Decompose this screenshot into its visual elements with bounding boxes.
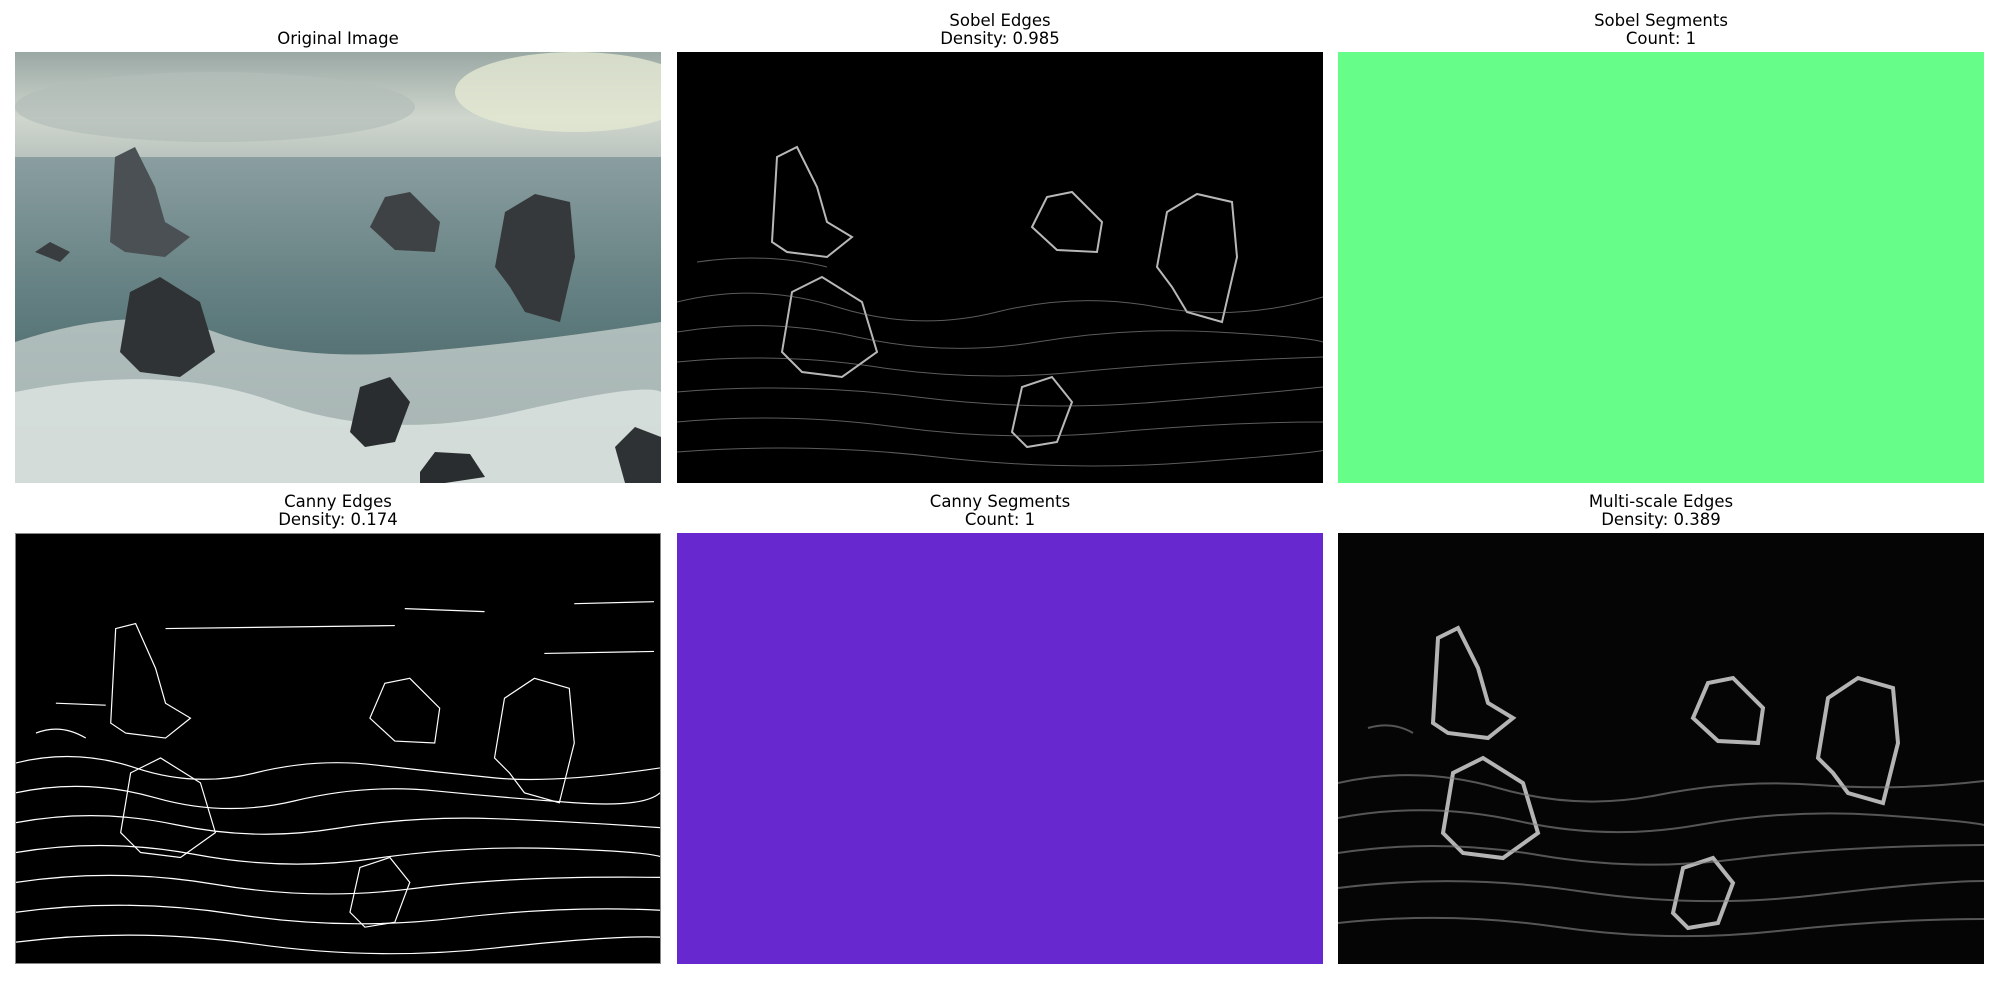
panel-title-text: Canny Segments	[929, 492, 1071, 511]
sobel-segments-image	[1338, 52, 1984, 483]
panel-title: Canny Segments Count: 1	[677, 493, 1323, 529]
edge-map-icon	[677, 52, 1323, 483]
sobel-edges-image	[677, 52, 1323, 483]
panel-title-text: Multi-scale Edges	[1588, 492, 1734, 511]
segment-fill	[677, 533, 1323, 964]
panel-title: Sobel Segments Count: 1	[1338, 12, 1984, 48]
canny-edges-image	[15, 533, 661, 964]
panel-title-text: Canny Edges	[284, 492, 392, 511]
edge-map-icon	[1338, 533, 1984, 964]
panel-title-text: Sobel Edges	[949, 11, 1051, 30]
panel-subtitle-density: Density: 0.389	[1601, 510, 1721, 529]
panel-subtitle-density: Density: 0.985	[940, 29, 1060, 48]
canny-segments-image	[677, 533, 1323, 964]
panel-title: Original Image	[15, 30, 661, 48]
panel-subtitle-density: Density: 0.174	[278, 510, 398, 529]
edge-map-icon	[16, 534, 660, 963]
panel-title: Sobel Edges Density: 0.985	[677, 12, 1323, 48]
panel-subtitle-count: Count: 1	[964, 510, 1036, 529]
panel-title-text: Original Image	[277, 29, 399, 48]
panel-subtitle-count: Count: 1	[1625, 29, 1697, 48]
panel-title-text: Sobel Segments	[1594, 11, 1728, 30]
multiscale-edges-image	[1338, 533, 1984, 964]
original-photo-image	[15, 52, 661, 483]
segment-fill	[1338, 52, 1984, 483]
panel-title: Canny Edges Density: 0.174	[15, 493, 661, 529]
seascape-photo-icon	[15, 52, 661, 483]
panel-title: Multi-scale Edges Density: 0.389	[1338, 493, 1984, 529]
